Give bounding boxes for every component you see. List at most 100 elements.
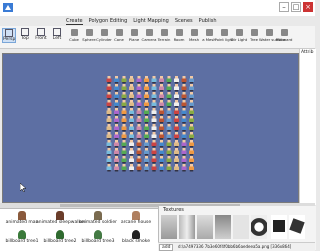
tab-light-mapping[interactable]: Light Mapping: [133, 17, 169, 25]
character-sprite: [121, 140, 127, 148]
dir-light-icon: [235, 29, 243, 36]
view-top-button[interactable]: Top: [18, 28, 32, 43]
character-sprite: [159, 140, 164, 148]
texture-thumb[interactable]: [161, 215, 177, 239]
character-sprite: [106, 148, 112, 156]
character-sprite: [129, 156, 134, 164]
asset-thumbnail-icon: [18, 230, 26, 239]
texture-thumb[interactable]: [289, 215, 305, 239]
character-sprite: [189, 92, 194, 100]
view-persp-button[interactable]: Persp: [2, 28, 16, 43]
character-sprite: [159, 92, 164, 100]
character-sprite: [136, 108, 142, 116]
asset-thumbnail-icon: [56, 211, 64, 220]
character-sprite: [174, 164, 179, 172]
character-sprite: [166, 92, 172, 100]
character-sprite: [121, 84, 127, 92]
character-sprite: [121, 108, 127, 116]
character-sprite: [114, 132, 119, 140]
tab-scenes[interactable]: Scenes: [175, 17, 193, 25]
character-sprite: [189, 108, 194, 116]
character-sprite: [151, 108, 157, 116]
character-sprite: [181, 156, 187, 164]
character-sprite: [144, 92, 149, 100]
character-sprite: [159, 100, 164, 108]
cube-view-icon: [5, 29, 13, 37]
asset-thumbnail-icon: [132, 230, 140, 239]
room-icon: [175, 29, 183, 36]
texture-thumb[interactable]: [179, 215, 195, 239]
character-sprite: [189, 84, 194, 92]
point-light-icon: [220, 29, 228, 36]
character-sprite: [136, 156, 142, 164]
maximize-button[interactable]: □: [291, 2, 301, 12]
character-sprite: [181, 84, 187, 92]
character-sprite: [114, 124, 119, 132]
character-sprite: [151, 132, 157, 140]
sprite-sheet-billboard[interactable]: [105, 75, 195, 173]
close-button[interactable]: ×: [303, 2, 313, 12]
character-sprite: [174, 100, 179, 108]
tool-billboard-button[interactable]: Billboard: [276, 28, 292, 46]
character-sprite: [181, 140, 187, 148]
character-sprite: [174, 148, 179, 156]
character-sprite: [136, 132, 142, 140]
3d-viewport[interactable]: [2, 53, 299, 203]
texture-thumb[interactable]: [271, 215, 287, 239]
character-sprite: [189, 76, 194, 84]
character-sprite: [136, 92, 142, 100]
character-sprite: [121, 76, 127, 84]
asset-thumbnail-icon: [132, 211, 140, 220]
texture-thumb[interactable]: [233, 215, 249, 239]
character-sprite: [121, 116, 127, 124]
view-front-button[interactable]: Front: [34, 28, 48, 43]
asset-item[interactable]: arcane house: [116, 211, 156, 231]
character-sprite: [114, 92, 119, 100]
texture-thumb[interactable]: [251, 215, 267, 239]
character-sprite: [129, 108, 134, 116]
character-sprite: [174, 76, 179, 84]
character-sprite: [159, 156, 164, 164]
character-sprite: [181, 100, 187, 108]
character-sprite: [144, 124, 149, 132]
character-sprite: [129, 76, 134, 84]
asset-thumbnail-icon: [56, 230, 64, 239]
ribbon-tabs: Create Polygon Editing Light Mapping Sce…: [66, 17, 217, 25]
character-sprite: [166, 84, 172, 92]
character-sprite: [121, 92, 127, 100]
character-sprite: [166, 156, 172, 164]
character-sprite: [129, 140, 134, 148]
character-sprite: [106, 108, 112, 116]
tree-icon: [250, 29, 258, 36]
character-sprite: [144, 108, 149, 116]
character-sprite: [174, 116, 179, 124]
character-sprite: [114, 76, 119, 84]
character-sprite: [181, 132, 187, 140]
character-sprite: [174, 124, 179, 132]
tab-publish[interactable]: Publish: [199, 17, 217, 25]
character-sprite: [136, 124, 142, 132]
texture-thumb[interactable]: [197, 215, 213, 239]
character-sprite: [106, 132, 112, 140]
character-sprite: [189, 100, 194, 108]
a-mesh-icon: [205, 29, 213, 36]
character-sprite: [114, 108, 119, 116]
tab-create[interactable]: Create: [66, 17, 83, 25]
character-sprite: [151, 140, 157, 148]
texture-thumb[interactable]: [215, 215, 231, 239]
asset-item[interactable]: black smoke: [116, 230, 156, 250]
view-left-button[interactable]: Left: [50, 28, 64, 43]
character-sprite: [144, 84, 149, 92]
character-sprite: [166, 124, 172, 132]
character-sprite: [159, 116, 164, 124]
character-sprite: [121, 124, 127, 132]
character-sprite: [106, 140, 112, 148]
minimize-button[interactable]: –: [279, 2, 289, 12]
character-sprite: [106, 164, 112, 172]
character-sprite: [129, 132, 134, 140]
prefab-asset-panel: animated man animated sleepwalker animated…: [0, 208, 158, 251]
tab-polygon-editing[interactable]: Polygon Editing: [89, 17, 128, 25]
billboard-icon: [280, 29, 288, 36]
character-sprite: [189, 140, 194, 148]
character-sprite: [189, 124, 194, 132]
